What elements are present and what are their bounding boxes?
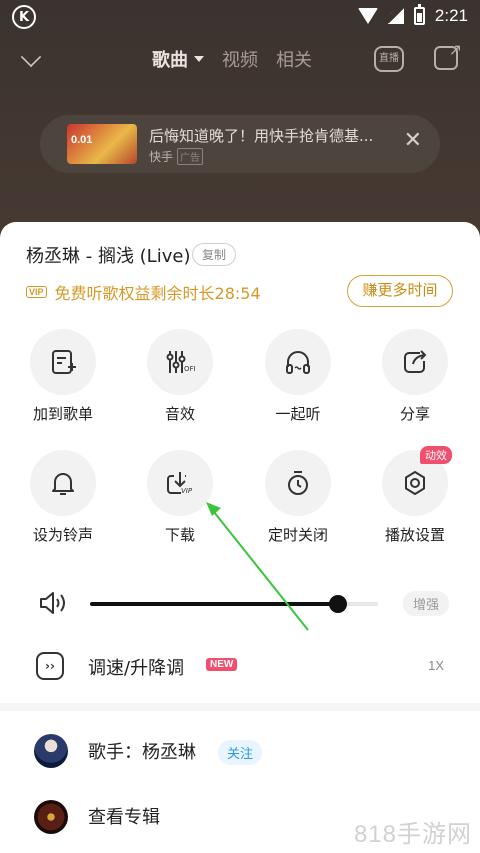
artist-row[interactable]: 歌手：杨丞琳 关注	[0, 732, 480, 772]
watermark: 818手游网	[353, 821, 472, 848]
speed-pitch-row[interactable]: ›› 调速/升降调 NEW 1X	[0, 644, 480, 688]
battery-icon	[413, 4, 425, 25]
timer-icon	[265, 450, 331, 516]
collapse-chevron-icon[interactable]	[20, 46, 42, 68]
volume-row: 增强	[0, 584, 480, 624]
speed-label: 调速/升降调	[88, 658, 185, 679]
volume-slider[interactable]	[90, 595, 378, 613]
speed-icon: ››	[36, 652, 64, 680]
download-vip-icon: VIP	[147, 450, 213, 516]
action-share[interactable]: 分享	[360, 329, 470, 424]
effect-badge: 动效	[420, 446, 452, 464]
top-nav: 歌曲 视频 相关 直播	[0, 40, 480, 80]
caret-down-icon	[194, 56, 204, 62]
svg-text:OFF: OFF	[184, 365, 195, 373]
bottom-sheet: 杨丞琳 - 搁浅 (Live) 复制 VIP 免费听歌权益剩余时长28:54 赚…	[0, 222, 480, 853]
new-badge: NEW	[206, 658, 238, 671]
action-label: 下载	[164, 526, 195, 544]
tab-related[interactable]: 相关	[276, 46, 312, 72]
signal-icon	[387, 8, 404, 24]
tab-video[interactable]: 视频	[222, 46, 258, 72]
action-label: 定时关闭	[267, 526, 328, 544]
section-divider	[0, 703, 480, 711]
volume-knob[interactable]	[328, 595, 347, 613]
vip-row: VIP 免费听歌权益剩余时长28:54	[26, 280, 261, 304]
song-title: 杨丞琳 - 搁浅 (Live)	[26, 246, 191, 267]
album-cover	[34, 800, 68, 834]
follow-button[interactable]: 关注	[218, 740, 263, 765]
action-set-ringtone[interactable]: 设为铃声	[8, 450, 118, 545]
action-sleep-timer[interactable]: 定时关闭	[243, 450, 353, 545]
ad-source-label: 快手	[149, 150, 174, 164]
live-icon[interactable]: 直播	[374, 46, 404, 72]
action-listen-together[interactable]: 一起听	[243, 329, 353, 424]
ad-title: 后悔知道晚了！用快手抢肯德基...	[149, 127, 374, 145]
app-logo-icon: K	[12, 5, 36, 29]
artist-label: 歌手：杨丞琳	[88, 742, 196, 763]
close-icon[interactable]: ✕	[404, 130, 422, 152]
action-playback-settings[interactable]: 动效 播放设置	[360, 446, 470, 545]
boost-button[interactable]: 增强	[403, 591, 450, 616]
action-label: 播放设置	[384, 526, 445, 544]
status-bar: K 2:21	[0, 0, 480, 34]
ad-tag: 广告	[177, 148, 204, 165]
action-download[interactable]: VIP 下载	[125, 450, 235, 545]
speed-value: 1X	[428, 658, 444, 673]
tab-bar: 歌曲 视频 相关	[152, 46, 312, 72]
clock: 2:21	[434, 6, 468, 25]
ad-banner[interactable]: 0.01 后悔知道晚了！用快手抢肯德基... 快手 广告 ✕	[40, 115, 440, 173]
ad-source: 快手 广告	[149, 148, 204, 165]
action-add-to-playlist[interactable]: 加到歌单	[8, 329, 118, 424]
add-to-playlist-icon	[30, 329, 96, 395]
share-icon	[382, 329, 448, 395]
wifi-icon	[357, 8, 378, 24]
speaker-icon	[40, 592, 65, 614]
status-icons: 2:21	[357, 4, 468, 26]
avatar	[34, 734, 68, 768]
svg-text:VIP: VIP	[181, 487, 193, 495]
share-icon[interactable]	[434, 40, 462, 70]
action-label: 音效	[164, 405, 195, 423]
tab-label: 歌曲	[152, 50, 188, 71]
tab-songs[interactable]: 歌曲	[152, 46, 204, 72]
volume-fill	[90, 602, 338, 606]
action-label: 加到歌单	[32, 405, 93, 423]
action-sound-effect[interactable]: OFF 音效	[125, 329, 235, 424]
ad-thumbnail: 0.01	[67, 124, 137, 164]
copy-button[interactable]: 复制	[192, 243, 237, 266]
earn-more-time-button[interactable]: 赚更多时间	[347, 275, 453, 307]
sound-effect-icon: OFF	[147, 329, 213, 395]
bell-icon	[30, 450, 96, 516]
action-label: 分享	[399, 405, 430, 423]
vip-badge: VIP	[26, 286, 47, 298]
action-label: 一起听	[275, 405, 321, 423]
headphones-icon	[265, 329, 331, 395]
vip-remaining-text: 免费听歌权益剩余时长28:54	[54, 284, 261, 303]
settings-icon: 动效	[382, 446, 452, 516]
album-label: 查看专辑	[88, 807, 160, 828]
action-label: 设为铃声	[32, 526, 93, 544]
